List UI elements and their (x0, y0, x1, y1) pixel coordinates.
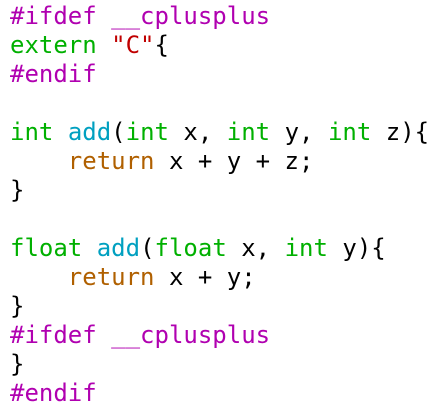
code-line: extern "C"{ (10, 31, 439, 60)
code-line: #endif (10, 60, 439, 89)
code-token-type: int (226, 118, 271, 146)
code-token-keyword: return (67, 147, 155, 175)
code-token-plain: } (10, 292, 25, 320)
code-line: #endif (10, 379, 439, 408)
code-token-plain: ( (111, 118, 126, 146)
code-line: float add(float x, int y){ (10, 234, 439, 263)
code-token-type: float (154, 234, 227, 262)
code-line: return x + y; (10, 263, 439, 292)
code-token-keyword: return (67, 263, 155, 291)
code-line: } (10, 350, 439, 379)
code-token-preproc: #endif (10, 60, 97, 88)
code-editor[interactable]: #ifdef __cplusplus extern "C"{#endif int … (0, 0, 439, 414)
code-line: #ifdef __cplusplus (10, 2, 439, 31)
code-token-type: int (327, 118, 372, 146)
code-token-plain: x, (226, 234, 285, 262)
code-line: } (10, 292, 439, 321)
code-token-plain: z){ (371, 118, 430, 146)
code-token-func: add (67, 118, 112, 146)
code-token-plain: ( (140, 234, 155, 262)
code-token-plain: x + y + z; (154, 147, 314, 175)
code-token-plain: x, (168, 118, 227, 146)
code-area[interactable]: #ifdef __cplusplus extern "C"{#endif int … (10, 2, 439, 408)
code-token-string: "C" (111, 31, 155, 59)
code-line: } (10, 176, 439, 205)
code-token-type: extern (10, 31, 97, 59)
code-token-plain: x + y; (154, 263, 256, 291)
code-token-type: float (10, 234, 83, 262)
code-token-type: int (10, 118, 54, 146)
code-token-plain: y){ (327, 234, 386, 262)
code-token-type: int (125, 118, 169, 146)
code-token-preproc: #ifdef __cplusplus (10, 321, 271, 349)
code-token-plain: } (10, 350, 25, 378)
code-token-func: add (96, 234, 141, 262)
code-token-preproc: #ifdef __cplusplus (10, 2, 271, 30)
code-token-plain: y, (270, 118, 328, 146)
code-token-type: int (284, 234, 328, 262)
code-line: int add(int x, int y, int z){ (10, 118, 439, 147)
code-line: #ifdef __cplusplus (10, 321, 439, 350)
code-line: return x + y + z; (10, 147, 439, 176)
code-token-preproc: #endif (10, 379, 97, 407)
code-token-plain: { (154, 31, 169, 59)
code-token-plain: } (10, 176, 25, 204)
